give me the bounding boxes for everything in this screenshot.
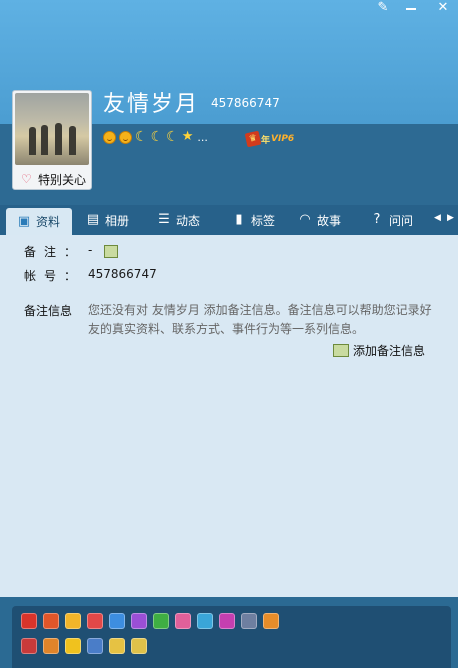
music-diamond-badge-icon[interactable] <box>197 613 213 629</box>
avatar-card[interactable]: ♡ 特别关心 <box>12 90 92 190</box>
edit-remark-icon[interactable] <box>104 245 118 258</box>
tab-story[interactable]: ◠ 故事 <box>297 205 341 235</box>
tab-bar: ▣ 资料 ▤ 相册 ☰ 动态 ▮ 标签 ◠ 故事 ? 问问 ◀ ▶ <box>0 205 458 235</box>
yellow-diamond-badge-icon[interactable] <box>65 613 81 629</box>
purple-diamond-badge-icon[interactable] <box>131 613 147 629</box>
avatar-photo-figure <box>29 127 36 155</box>
avatar-photo-figure <box>55 123 62 155</box>
tab-tags[interactable]: ▮ 标签 <box>231 205 275 235</box>
minimize-icon <box>406 8 416 10</box>
special-care-label: 特别关心 <box>38 173 87 187</box>
tab-label: 资料 <box>36 215 61 229</box>
remark-info-text: 您还没有对 友情岁月 添加备注信息。备注信息可以帮助您记录好友的真实资料、联系方… <box>88 303 432 336</box>
vip-level-label: VIP6 <box>271 134 295 144</box>
tab-album[interactable]: ▤ 相册 <box>85 205 129 235</box>
heart-icon: ♡ <box>21 172 32 186</box>
moon-icon: ☾ <box>135 129 148 145</box>
pet-badge-icon[interactable] <box>43 638 59 654</box>
yellow-face-badge-icon[interactable] <box>65 638 81 654</box>
account-value: 457866747 <box>88 267 157 281</box>
album-icon: ▤ <box>86 212 100 227</box>
nickname: 友情岁月 <box>103 92 200 117</box>
profile-header: ✎ ✕ ♡ 特别关心 友情岁月 457866747 ☾ ☾ ☾ ★ ... ♛ … <box>0 0 458 205</box>
add-remark-label: 添加备注信息 <box>353 344 426 358</box>
vip-badge[interactable]: ♛ 年 VIP6 <box>244 130 295 148</box>
tab-scroll-left-icon[interactable]: ◀ <box>434 213 441 223</box>
tab-label: 问问 <box>389 213 414 228</box>
qq-number: 457866747 <box>211 96 280 110</box>
red-heart-diamond-badge-icon[interactable] <box>87 613 103 629</box>
green-diamond-badge-icon[interactable] <box>153 613 169 629</box>
tag-icon: ▮ <box>235 212 243 227</box>
level-more: ... <box>197 130 208 144</box>
badge-area <box>0 597 458 668</box>
tab-label: 标签 <box>251 213 276 228</box>
gift-badge-icon[interactable] <box>263 613 279 629</box>
close-button[interactable]: ✕ <box>430 0 456 18</box>
brush-icon: ✎ <box>377 0 389 15</box>
tab-profile[interactable]: ▣ 资料 <box>6 208 72 235</box>
qq-level[interactable]: ☾ ☾ ☾ ★ ... <box>103 129 208 145</box>
special-care-button[interactable]: ♡ 特别关心 <box>17 171 89 187</box>
avatar[interactable] <box>15 93 89 165</box>
remark-label: 备注： <box>24 245 85 259</box>
sun-icon <box>119 130 132 144</box>
tab-label: 相册 <box>105 213 130 228</box>
vip-crown-icon: ♛ <box>244 130 262 148</box>
cursor-badge-icon[interactable] <box>131 638 147 654</box>
moon-icon: ☾ <box>166 129 179 145</box>
minimize-button[interactable] <box>398 0 424 18</box>
tab-qa[interactable]: ? 问问 <box>369 205 413 235</box>
avatar-photo-figure <box>41 125 48 155</box>
qa-icon: ? <box>373 212 381 227</box>
edit-note-icon <box>333 344 349 357</box>
close-icon: ✕ <box>437 0 449 15</box>
remark-info-label: 备注信息 <box>24 304 73 318</box>
star-icon: ★ <box>181 129 194 144</box>
sun-icon <box>103 130 116 144</box>
feed-list-icon: ☰ <box>158 212 170 227</box>
story-wave-icon: ◠ <box>299 212 311 227</box>
profile-details: 备注： - 帐号： 457866747 备注信息 您还没有对 友情岁月 添加备注… <box>0 235 458 597</box>
badge-panel <box>12 606 451 668</box>
ava-badge-icon[interactable] <box>21 638 37 654</box>
tab-label: 故事 <box>317 213 342 228</box>
tab-scroll-right-icon[interactable]: ▶ <box>447 213 454 223</box>
map-badge-icon[interactable] <box>109 638 125 654</box>
add-remark-button[interactable]: 添加备注信息 <box>333 342 425 359</box>
account-label: 帐号： <box>24 269 85 283</box>
profile-window: ✎ ✕ ♡ 特别关心 友情岁月 457866747 ☾ ☾ ☾ ★ ... ♛ … <box>0 0 458 668</box>
pink-diamond-badge-icon[interactable] <box>175 613 191 629</box>
vip-year-badge-icon[interactable] <box>43 613 59 629</box>
tab-label: 动态 <box>176 213 201 228</box>
magenta-diamond-badge-icon[interactable] <box>219 613 235 629</box>
vip-year-label: 年 <box>261 135 271 146</box>
red-diamond-badge-icon[interactable] <box>21 613 37 629</box>
game-badge-icon[interactable] <box>241 613 257 629</box>
moon-icon: ☾ <box>150 129 164 145</box>
profile-card-icon: ▣ <box>17 213 31 229</box>
avatar-photo-figure <box>69 126 76 155</box>
blue-grid-badge-icon[interactable] <box>87 638 103 654</box>
blue-diamond-badge-icon[interactable] <box>109 613 125 629</box>
tab-feed[interactable]: ☰ 动态 <box>156 205 200 235</box>
skin-button[interactable]: ✎ <box>370 0 396 18</box>
remark-value: - <box>88 243 93 257</box>
